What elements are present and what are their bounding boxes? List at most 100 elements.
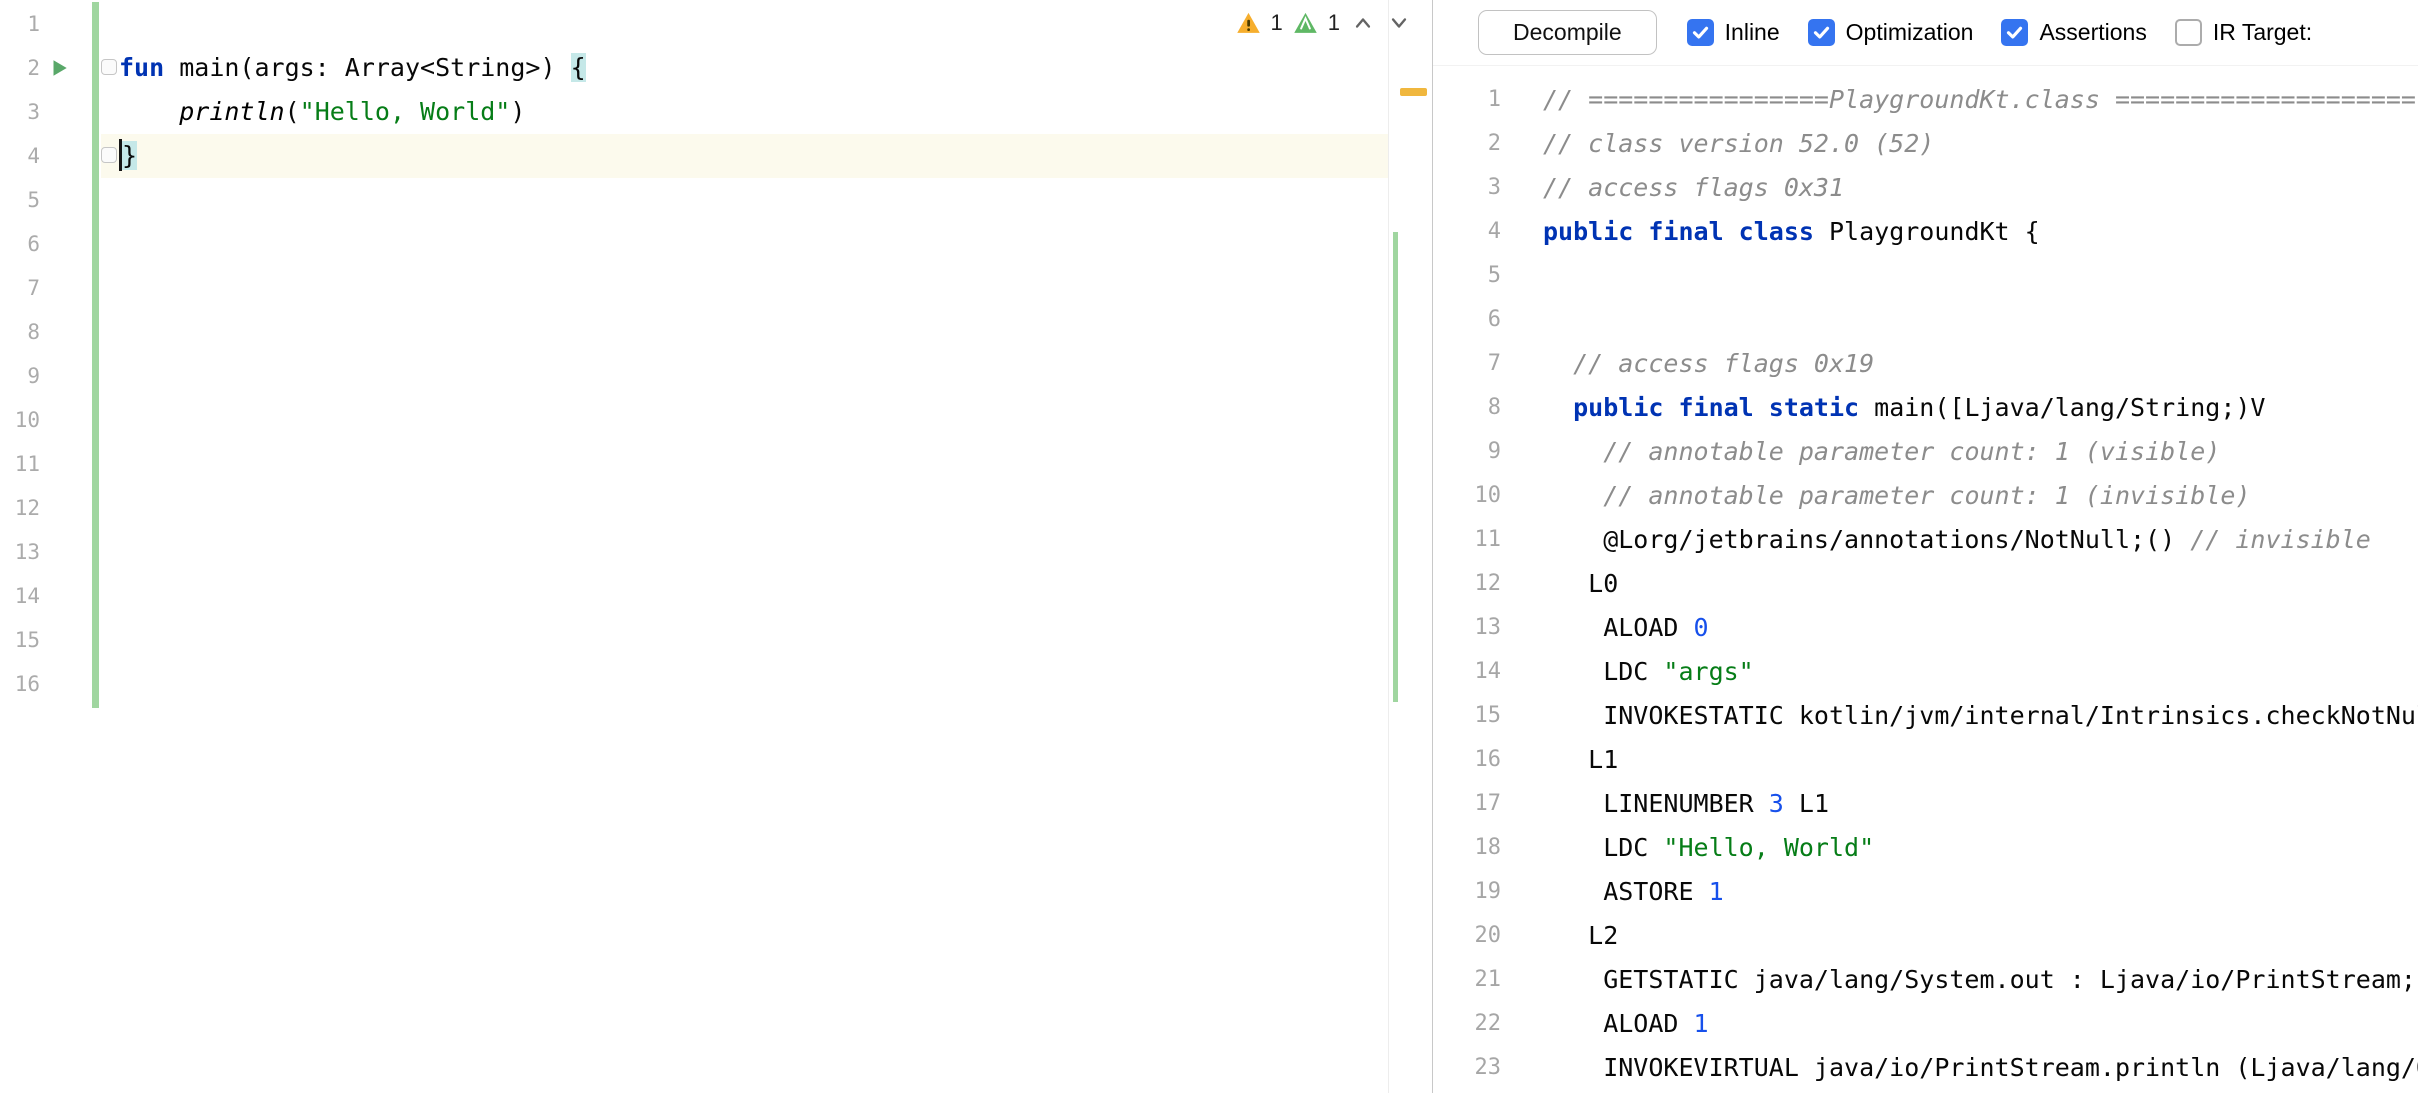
bytecode-line[interactable]: 7 // access flags 0x19 [1433,342,2418,386]
code-line-content[interactable]: println("Hello, World") [101,90,1388,134]
code-line-content[interactable] [101,354,1388,398]
code-token: ASTORE [1543,877,1709,906]
code-line-content[interactable] [101,310,1388,354]
bytecode-line[interactable]: 16 L1 [1433,738,2418,782]
code-line-content[interactable] [101,178,1388,222]
bytecode-lines-area[interactable]: 1// ================PlaygroundKt.class =… [1433,66,2418,1093]
fold-marker-icon[interactable] [101,147,117,163]
inspections-widget[interactable]: 1 1 [1236,10,1413,36]
line-number: 10 [0,398,40,442]
code-line-content: // annotable parameter count: 1 (invisib… [1543,474,2418,518]
gutter-cell [40,354,101,398]
line-number: 10 [1433,474,1501,518]
line-number: 11 [0,442,40,486]
code-line-content: L0 [1543,562,2418,606]
fold-marker-icon[interactable] [101,59,117,75]
code-token: PlaygroundKt { [1829,217,2040,246]
bytecode-line[interactable]: 3// access flags 0x31 [1433,166,2418,210]
code-line-content[interactable] [101,530,1388,574]
code-token: INVOKEVIRTUAL java/io/PrintStream.printl… [1543,1053,2418,1082]
bytecode-line[interactable]: 20 L2 [1433,914,2418,958]
bytecode-line[interactable]: 13 ALOAD 0 [1433,606,2418,650]
bytecode-line[interactable]: 2// class version 52.0 (52) [1433,122,2418,166]
line-number: 4 [0,134,40,178]
gutter-cell [40,2,101,46]
code-token: public final class [1543,217,1829,246]
toolbar-checkboxes: Inline Optimization Assertions IR Target: [1687,19,2312,46]
bytecode-line[interactable]: 21 GETSTATIC java/lang/System.out : Ljav… [1433,958,2418,1002]
bytecode-line[interactable]: 15 INVOKESTATIC kotlin/jvm/internal/Intr… [1433,694,2418,738]
code-line-content[interactable] [101,486,1388,530]
bytecode-line[interactable]: 4 public final class PlaygroundKt { [1433,210,2418,254]
code-token: ALOAD [1543,613,1694,642]
code-line-content[interactable] [101,574,1388,618]
line-number: 16 [1433,738,1501,782]
line-number: 7 [1433,342,1501,386]
code-line-content[interactable] [101,618,1388,662]
code-line-content[interactable] [101,442,1388,486]
bytecode-line[interactable]: 6 [1433,298,2418,342]
code-line-content[interactable]: } [101,134,1388,178]
line-number: 8 [1433,386,1501,430]
code-token: // access flags 0x19 [1573,349,1874,378]
code-line-content: // access flags 0x31 [1543,166,2418,210]
bytecode-line[interactable]: 5 [1433,254,2418,298]
decompile-button[interactable]: Decompile [1478,10,1657,55]
bytecode-line[interactable]: 17 LINENUMBER 3 L1 [1433,782,2418,826]
bytecode-line[interactable]: 1// ================PlaygroundKt.class =… [1433,78,2418,122]
code-token: // access flags 0x31 [1543,173,1844,202]
code-line-content[interactable] [101,222,1388,266]
line-number: 21 [1433,958,1501,1002]
code-token: ALOAD [1543,1009,1694,1038]
line-number: 4 [1433,210,1501,254]
editor-line: 12 [0,486,1388,530]
code-line-content[interactable] [101,662,1388,706]
code-token: GETSTATIC java/lang/System.out : Ljava/i… [1543,965,2416,994]
checkbox-box[interactable] [1687,19,1714,46]
editor-line: 5 [0,178,1388,222]
bytecode-line[interactable]: 9 // annotable parameter count: 1 (visib… [1433,430,2418,474]
code-token: L0 [1543,569,1618,598]
code-line-content[interactable] [101,266,1388,310]
bytecode-line[interactable]: 19 ASTORE 1 [1433,870,2418,914]
editor-lines-area[interactable]: 12 fun main(args: Array<String>) {3 print… [0,2,1388,706]
checkmark-icon [1690,22,1711,43]
code-line-content[interactable] [101,2,1388,46]
code-line-content: public final class PlaygroundKt { [1543,210,2418,254]
code-line-content: ALOAD 1 [1543,1002,2418,1046]
code-line-content[interactable]: fun main(args: Array<String>) { [101,46,1388,90]
editor-line: 3 println("Hello, World") [0,90,1388,134]
code-line-content [1543,254,2418,298]
bytecode-line[interactable]: 12 L0 [1433,562,2418,606]
gutter-cell [40,134,101,178]
line-number: 14 [0,574,40,618]
checkbox-inline[interactable]: Inline [1687,19,1780,46]
checkbox-optimization[interactable]: Optimization [1808,19,1974,46]
next-problem-button[interactable] [1386,10,1412,36]
previous-problem-button[interactable] [1350,10,1376,36]
bytecode-line[interactable]: 18 LDC "Hello, World" [1433,826,2418,870]
checkbox-box[interactable] [1808,19,1835,46]
code-line-content: // class version 52.0 (52) [1543,122,2418,166]
checkbox-assertions[interactable]: Assertions [2001,19,2146,46]
line-number: 20 [1433,914,1501,958]
bytecode-line[interactable]: 8 public final static main([Ljava/lang/S… [1433,386,2418,430]
bytecode-line[interactable]: 22 ALOAD 1 [1433,1002,2418,1046]
checkbox-box[interactable] [2001,19,2028,46]
bytecode-line[interactable]: 10 // annotable parameter count: 1 (invi… [1433,474,2418,518]
code-line-content: ALOAD 0 [1543,606,2418,650]
bytecode-line[interactable]: 23 INVOKEVIRTUAL java/io/PrintStream.pri… [1433,1046,2418,1090]
error-stripe-scrollbar[interactable] [1388,0,1432,1093]
typo-count: 1 [1328,10,1340,36]
bytecode-line[interactable]: 14 LDC "args" [1433,650,2418,694]
bytecode-line[interactable]: 11 @Lorg/jetbrains/annotations/NotNull;(… [1433,518,2418,562]
run-icon[interactable] [48,57,70,79]
code-token: } [122,141,137,170]
checkbox-ir-target[interactable]: IR Target: [2175,19,2312,46]
checkbox-box[interactable] [2175,19,2202,46]
line-number: 22 [1433,1002,1501,1046]
warning-stripe-mark[interactable] [1400,88,1427,96]
code-line-content[interactable] [101,398,1388,442]
line-number: 7 [0,266,40,310]
code-token: // annotable parameter count: 1 (invisib… [1603,481,2250,510]
